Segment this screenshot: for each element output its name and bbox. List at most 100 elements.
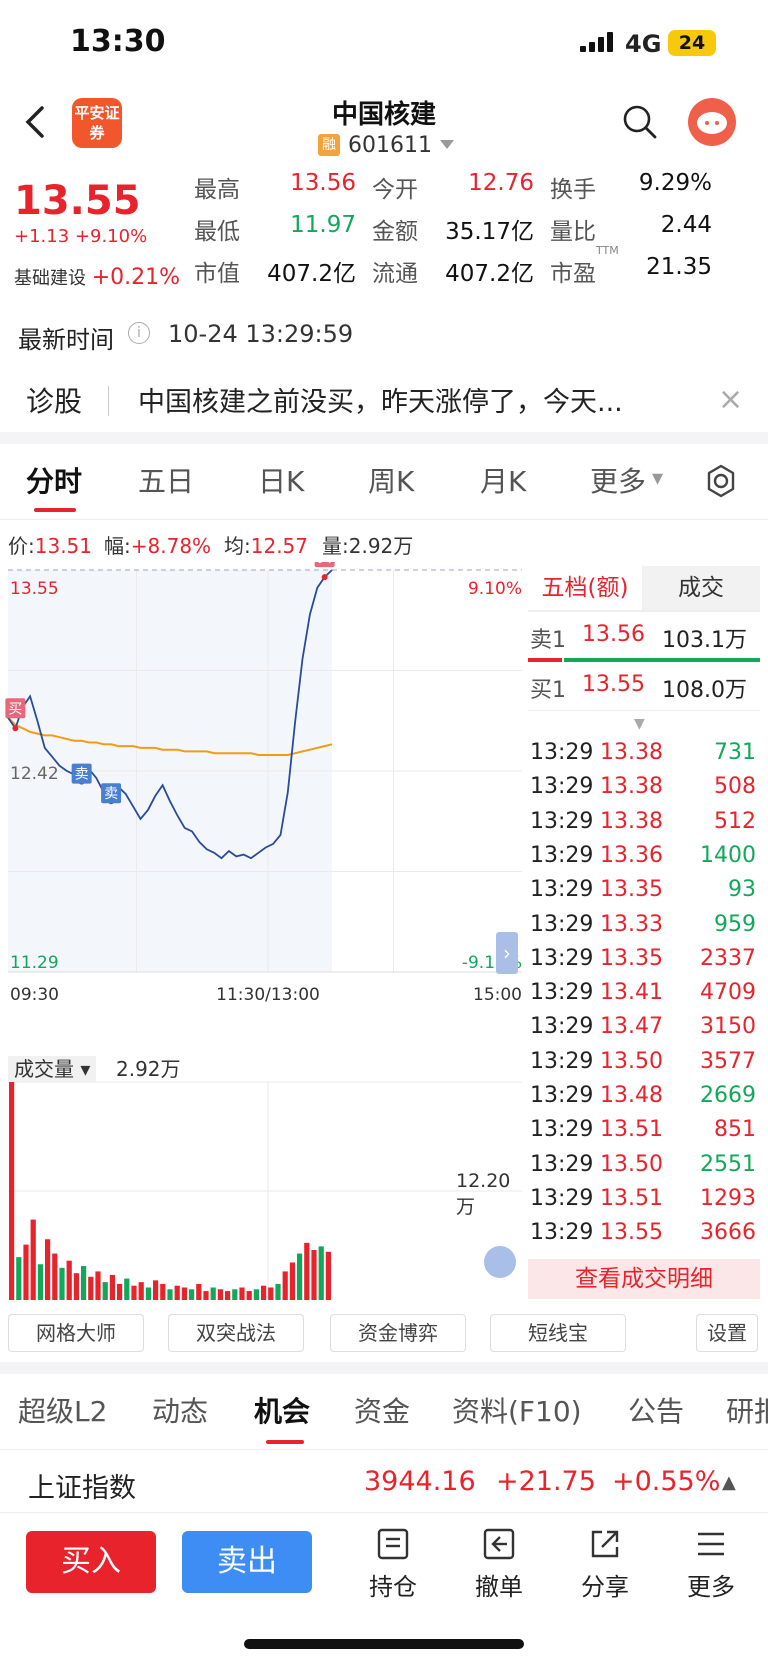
tab-chart-2[interactable]: 日K (258, 460, 304, 500)
index-ticker[interactable]: 上证指数 3944.16 +21.75 +0.55% ▲ (0, 1454, 768, 1510)
view-trade-detail-button[interactable]: 查看成交明细 (528, 1259, 760, 1299)
price-change: +1.13 +9.10% (14, 226, 148, 247)
sell-button[interactable]: 卖出 (182, 1531, 312, 1593)
expand-panel-icon[interactable]: › (496, 932, 518, 974)
tick-volume: 1400 (700, 842, 756, 868)
content-tab-3[interactable]: 资金 (354, 1390, 410, 1430)
chart-info-bar: 价:13.51 幅:+8.78% 均:12.57 量:2.92万 (8, 534, 414, 558)
info-icon[interactable]: i (128, 322, 150, 344)
menu-icon (698, 1532, 724, 1556)
volume-bar (304, 1242, 310, 1300)
sector-info[interactable]: 基础建设 +0.21% (14, 264, 180, 290)
tick-time: 13:29 (530, 1220, 594, 1246)
volume-bar (167, 1289, 173, 1300)
tab-chart-3[interactable]: 周K (368, 460, 414, 500)
tick-volume: 4709 (700, 980, 756, 1006)
trade-tick-row: 13:29 13.36 1400 (530, 843, 760, 877)
tick-volume: 1293 (700, 1185, 756, 1211)
gear-icon[interactable] (704, 464, 738, 498)
tick-time: 13:29 (530, 774, 594, 800)
tab-five-levels[interactable]: 五档(额) (528, 566, 642, 610)
stat-value: 35.17亿 (445, 219, 534, 245)
tick-price: 13.35 (600, 877, 663, 903)
tab-trades[interactable]: 成交 (642, 566, 760, 610)
active-tab-indicator (266, 1440, 304, 1444)
tick-price: 13.38 (600, 808, 663, 834)
home-indicator (244, 1639, 524, 1649)
stat-label: 最高 (194, 177, 240, 203)
volume-bar (225, 1291, 231, 1300)
tool-button-3[interactable]: 短线宝 (490, 1314, 626, 1352)
tick-volume: 508 (714, 774, 756, 800)
stat-label: 量比 (550, 219, 596, 245)
tick-price: 13.51 (600, 1117, 663, 1143)
signal-icon (580, 32, 616, 52)
volume-bar (37, 1264, 43, 1300)
cancel-order-icon (483, 1528, 515, 1560)
tick-time: 13:29 (530, 1014, 594, 1040)
tab-chart-0[interactable]: 分时 (26, 460, 82, 500)
trade-tick-row: 13:29 13.50 3577 (530, 1049, 760, 1083)
tool-button-4[interactable]: 设置 (696, 1314, 758, 1352)
content-tab-0[interactable]: 超级L2 (18, 1390, 107, 1430)
content-tab-6[interactable]: 研报 (726, 1390, 768, 1430)
content-tab-5[interactable]: 公告 (628, 1390, 684, 1430)
volume-bar (203, 1291, 209, 1300)
volume-bar (232, 1289, 238, 1300)
stat-value: 12.76 (468, 170, 534, 196)
tool-button-1[interactable]: 双突战法 (168, 1314, 304, 1352)
volume-bar (311, 1249, 317, 1300)
stat-value: 11.97 (290, 212, 356, 238)
tool-button-2[interactable]: 资金博弈 (330, 1314, 466, 1352)
tab-chart-4[interactable]: 月K (480, 460, 526, 500)
tab-chart-1[interactable]: 五日 (138, 460, 194, 500)
tick-volume: 2551 (700, 1151, 756, 1177)
stock-code-row[interactable]: 融 601611 (318, 132, 454, 158)
tool-button-0[interactable]: 网格大师 (8, 1314, 144, 1352)
positions-button[interactable]: 持仓 (358, 1527, 428, 1602)
latest-time-label: 最新时间 (18, 326, 114, 354)
diagnosis-bar[interactable]: 诊股 中国核建之前没买，昨天涨停了，今天... × (0, 370, 768, 430)
bid-row: 买1 13.55 108.0万 (530, 672, 747, 703)
divider (0, 1362, 768, 1374)
content-tab-1[interactable]: 动态 (152, 1390, 208, 1430)
search-icon[interactable] (622, 104, 658, 140)
trade-tick-row: 13:29 13.47 3150 (530, 1014, 760, 1048)
latest-time-value: 10-24 13:29:59 (168, 320, 354, 348)
buy-button[interactable]: 买入 (26, 1531, 156, 1593)
content-tab-2[interactable]: 机会 (254, 1390, 310, 1430)
stat-label: 流通 (372, 261, 418, 287)
tick-time: 13:29 (530, 980, 594, 1006)
y-axis-mid-label: 12.42 (10, 764, 59, 784)
volume-bar (66, 1260, 72, 1300)
intraday-chart[interactable]: 买卖卖买13.5512.4211.299.10%-9.10%09:3011:30… (0, 547, 528, 1052)
stat-label: 换手 (550, 177, 596, 203)
trade-tick-row: 13:29 13.38 508 (530, 774, 760, 808)
tick-price: 13.41 (600, 980, 663, 1006)
status-bar: 13:30 4G 24 (0, 0, 768, 88)
margin-badge: 融 (318, 134, 340, 156)
tab-chart-5[interactable]: 更多 (590, 460, 646, 500)
tick-price: 13.35 (600, 945, 663, 971)
trade-marker-dot (12, 725, 19, 732)
quote-panel: 13.55 +1.13 +9.10% 基础建设 +0.21% 最高 13.56 今开… (0, 168, 768, 298)
share-button[interactable]: 分享 (570, 1527, 640, 1602)
cancel-order-button[interactable]: 撤单 (464, 1527, 534, 1602)
close-icon[interactable]: × (718, 382, 743, 417)
content-tab-4[interactable]: 资料(F10) (452, 1390, 582, 1430)
volume-bar (109, 1274, 115, 1300)
tick-volume: 2337 (700, 945, 756, 971)
fullscreen-icon[interactable] (484, 1246, 516, 1278)
active-tab-indicator (34, 508, 76, 512)
volume-bar (88, 1276, 94, 1300)
stat-value: 9.29% (638, 170, 712, 196)
assistant-avatar-icon[interactable] (688, 98, 736, 146)
volume-bar (174, 1285, 180, 1300)
caret-up-icon[interactable]: ▲ (722, 1472, 736, 1493)
trade-tick-row: 13:29 13.38 512 (530, 809, 760, 843)
volume-selector[interactable]: 成交量 ▾ (8, 1056, 97, 1082)
volume-bar (253, 1289, 259, 1300)
more-button[interactable]: 更多 (676, 1527, 746, 1602)
volume-bar (210, 1287, 216, 1300)
volume-bar (102, 1282, 108, 1300)
